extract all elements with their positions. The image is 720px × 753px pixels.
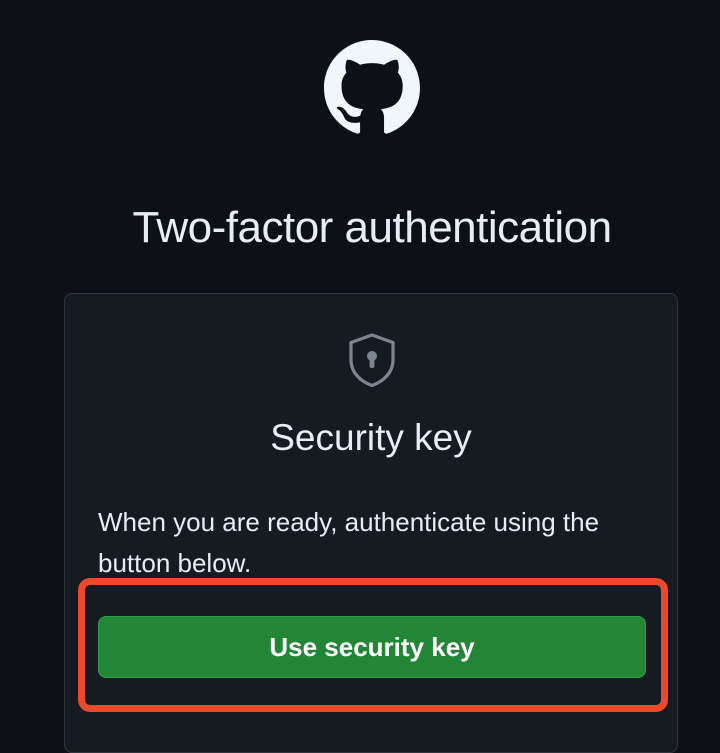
github-logo-icon — [324, 40, 420, 136]
use-security-key-button[interactable]: Use security key — [98, 616, 646, 678]
shield-lock-icon — [342, 330, 402, 390]
page-title: Two-factor authentication — [132, 203, 612, 252]
card-description: When you are ready, authenticate using t… — [98, 507, 600, 578]
card-title: Security key — [270, 417, 472, 458]
